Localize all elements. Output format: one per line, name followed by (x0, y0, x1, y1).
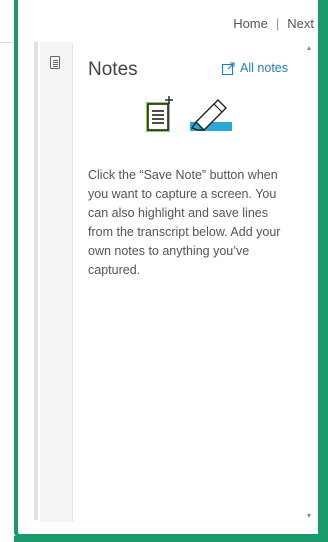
frame-border-right (318, 0, 328, 538)
nav-separator: | (275, 15, 280, 31)
home-link[interactable]: Home (233, 16, 268, 31)
sidebar-rail (34, 42, 38, 520)
note-add-icon (146, 96, 173, 132)
scroll-down-icon[interactable] (307, 514, 311, 518)
all-notes-link[interactable]: All notes (222, 61, 288, 75)
panel-title: Notes (88, 59, 138, 80)
top-navigation: Home | Next (233, 14, 314, 32)
next-link[interactable]: Next (287, 16, 314, 31)
notes-illustration (146, 96, 232, 132)
external-link-icon (222, 62, 235, 75)
notes-description: Click the “Save Note” button when you wa… (88, 168, 281, 277)
scroll-up-icon[interactable] (307, 46, 311, 50)
document-icon (50, 56, 60, 69)
notes-panel: Notes All notes Click the “Save Note” bu… (74, 42, 302, 522)
frame-border-bottom (14, 536, 328, 542)
notes-scrollbar[interactable] (304, 42, 314, 522)
page-divider (0, 42, 14, 43)
sidebar-tab-notes[interactable] (40, 42, 73, 522)
all-notes-label: All notes (240, 61, 288, 75)
highlighter-icon (190, 99, 232, 131)
